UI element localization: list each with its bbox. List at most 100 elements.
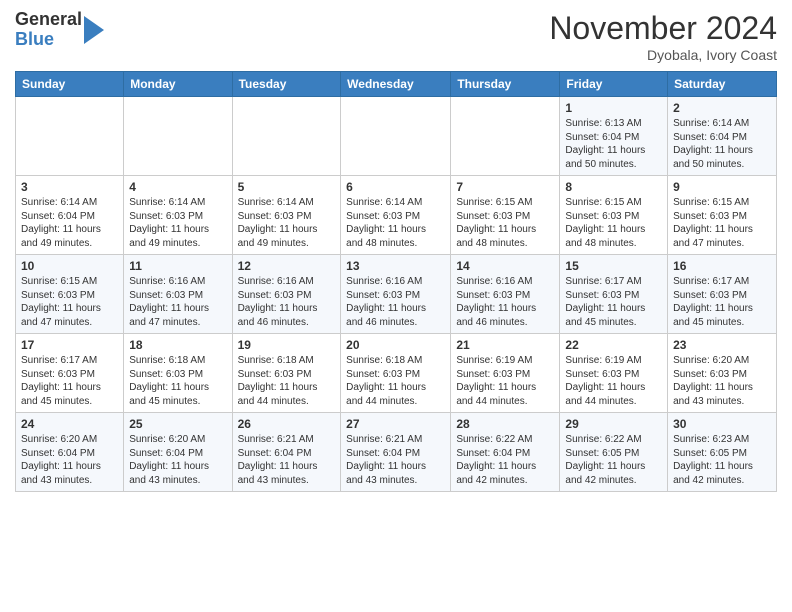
calendar-cell-w4-d1: 25 Sunrise: 6:20 AM Sunset: 6:04 PM Dayli…	[124, 413, 232, 492]
day-info: Sunrise: 6:14 AM Sunset: 6:04 PM Dayligh…	[21, 196, 118, 250]
day-number: 23	[673, 338, 771, 352]
calendar-cell-w1-d0: 3 Sunrise: 6:14 AM Sunset: 6:04 PM Daylig…	[16, 176, 124, 255]
calendar-cell-w3-d4: 21 Sunrise: 6:19 AM Sunset: 6:03 PM Dayli…	[451, 334, 560, 413]
calendar-cell-w4-d5: 29 Sunrise: 6:22 AM Sunset: 6:05 PM Dayli…	[560, 413, 668, 492]
calendar-cell-w1-d3: 6 Sunrise: 6:14 AM Sunset: 6:03 PM Daylig…	[341, 176, 451, 255]
week-row-4: 24 Sunrise: 6:20 AM Sunset: 6:04 PM Dayli…	[16, 413, 777, 492]
col-sunday: Sunday	[16, 72, 124, 97]
day-info: Sunrise: 6:16 AM Sunset: 6:03 PM Dayligh…	[238, 275, 336, 329]
day-number: 26	[238, 417, 336, 431]
calendar-cell-w1-d4: 7Sunrise: 6:15 AM Sunset: 6:03 PM Daylig…	[451, 176, 560, 255]
day-info: Sunrise: 6:20 AM Sunset: 6:03 PM Dayligh…	[673, 354, 771, 408]
calendar-cell-w0-d3	[341, 97, 451, 176]
day-info: Sunrise: 6:17 AM Sunset: 6:03 PM Dayligh…	[21, 354, 118, 408]
day-info: Sunrise: 6:18 AM Sunset: 6:03 PM Dayligh…	[129, 354, 226, 408]
calendar-cell-w2-d0: 10 Sunrise: 6:15 AM Sunset: 6:03 PM Dayli…	[16, 255, 124, 334]
day-info: Sunrise: 6:15 AM Sunset: 6:03 PM Dayligh…	[673, 196, 771, 250]
day-info: Sunrise: 6:18 AM Sunset: 6:03 PM Dayligh…	[238, 354, 336, 408]
day-info: Sunrise: 6:14 AM Sunset: 6:04 PM Dayligh…	[673, 117, 771, 171]
week-row-2: 10 Sunrise: 6:15 AM Sunset: 6:03 PM Dayli…	[16, 255, 777, 334]
day-number: 15	[565, 259, 662, 273]
day-info: Sunrise: 6:21 AM Sunset: 6:04 PM Dayligh…	[346, 433, 445, 487]
calendar-cell-w2-d1: 11Sunrise: 6:16 AM Sunset: 6:03 PM Dayli…	[124, 255, 232, 334]
day-number: 5	[238, 180, 336, 194]
calendar-cell-w2-d6: 16Sunrise: 6:17 AM Sunset: 6:03 PM Dayli…	[668, 255, 777, 334]
calendar-cell-w2-d2: 12 Sunrise: 6:16 AM Sunset: 6:03 PM Dayli…	[232, 255, 341, 334]
day-number: 30	[673, 417, 771, 431]
calendar-cell-w1-d5: 8 Sunrise: 6:15 AM Sunset: 6:03 PM Daylig…	[560, 176, 668, 255]
day-info: Sunrise: 6:19 AM Sunset: 6:03 PM Dayligh…	[456, 354, 554, 408]
week-row-1: 3 Sunrise: 6:14 AM Sunset: 6:04 PM Daylig…	[16, 176, 777, 255]
day-info: Sunrise: 6:14 AM Sunset: 6:03 PM Dayligh…	[129, 196, 226, 250]
calendar-cell-w1-d2: 5 Sunrise: 6:14 AM Sunset: 6:03 PM Daylig…	[232, 176, 341, 255]
day-number: 25	[129, 417, 226, 431]
day-number: 6	[346, 180, 445, 194]
day-info: Sunrise: 6:15 AM Sunset: 6:03 PM Dayligh…	[565, 196, 662, 250]
col-friday: Friday	[560, 72, 668, 97]
day-number: 20	[346, 338, 445, 352]
week-row-0: 1 Sunrise: 6:13 AM Sunset: 6:04 PM Daylig…	[16, 97, 777, 176]
calendar-cell-w4-d3: 27Sunrise: 6:21 AM Sunset: 6:04 PM Dayli…	[341, 413, 451, 492]
day-info: Sunrise: 6:13 AM Sunset: 6:04 PM Dayligh…	[565, 117, 662, 171]
day-number: 28	[456, 417, 554, 431]
day-info: Sunrise: 6:15 AM Sunset: 6:03 PM Dayligh…	[21, 275, 118, 329]
day-number: 14	[456, 259, 554, 273]
calendar-cell-w4-d6: 30 Sunrise: 6:23 AM Sunset: 6:05 PM Dayli…	[668, 413, 777, 492]
calendar-cell-w3-d0: 17 Sunrise: 6:17 AM Sunset: 6:03 PM Dayli…	[16, 334, 124, 413]
day-number: 1	[565, 101, 662, 115]
day-number: 8	[565, 180, 662, 194]
calendar-cell-w0-d4	[451, 97, 560, 176]
day-number: 12	[238, 259, 336, 273]
day-info: Sunrise: 6:23 AM Sunset: 6:05 PM Dayligh…	[673, 433, 771, 487]
day-number: 24	[21, 417, 118, 431]
day-number: 2	[673, 101, 771, 115]
day-info: Sunrise: 6:17 AM Sunset: 6:03 PM Dayligh…	[565, 275, 662, 329]
day-info: Sunrise: 6:22 AM Sunset: 6:05 PM Dayligh…	[565, 433, 662, 487]
calendar-cell-w0-d2	[232, 97, 341, 176]
day-number: 16	[673, 259, 771, 273]
logo-general-text: General	[15, 10, 82, 30]
col-saturday: Saturday	[668, 72, 777, 97]
calendar: Sunday Monday Tuesday Wednesday Thursday…	[15, 71, 777, 492]
day-info: Sunrise: 6:19 AM Sunset: 6:03 PM Dayligh…	[565, 354, 662, 408]
day-number: 18	[129, 338, 226, 352]
day-info: Sunrise: 6:15 AM Sunset: 6:03 PM Dayligh…	[456, 196, 554, 250]
day-number: 10	[21, 259, 118, 273]
day-info: Sunrise: 6:14 AM Sunset: 6:03 PM Dayligh…	[346, 196, 445, 250]
day-number: 3	[21, 180, 118, 194]
calendar-cell-w2-d4: 14 Sunrise: 6:16 AM Sunset: 6:03 PM Dayli…	[451, 255, 560, 334]
calendar-header-row: Sunday Monday Tuesday Wednesday Thursday…	[16, 72, 777, 97]
header: General Blue November 2024 Dyobala, Ivor…	[15, 10, 777, 63]
col-monday: Monday	[124, 72, 232, 97]
day-info: Sunrise: 6:18 AM Sunset: 6:03 PM Dayligh…	[346, 354, 445, 408]
day-number: 21	[456, 338, 554, 352]
day-number: 4	[129, 180, 226, 194]
day-number: 22	[565, 338, 662, 352]
calendar-cell-w1-d1: 4 Sunrise: 6:14 AM Sunset: 6:03 PM Daylig…	[124, 176, 232, 255]
day-info: Sunrise: 6:16 AM Sunset: 6:03 PM Dayligh…	[129, 275, 226, 329]
calendar-cell-w0-d6: 2 Sunrise: 6:14 AM Sunset: 6:04 PM Daylig…	[668, 97, 777, 176]
logo-blue-text: Blue	[15, 30, 82, 50]
day-info: Sunrise: 6:14 AM Sunset: 6:03 PM Dayligh…	[238, 196, 336, 250]
day-number: 9	[673, 180, 771, 194]
logo: General Blue	[15, 10, 106, 50]
day-info: Sunrise: 6:22 AM Sunset: 6:04 PM Dayligh…	[456, 433, 554, 487]
calendar-cell-w4-d4: 28 Sunrise: 6:22 AM Sunset: 6:04 PM Dayli…	[451, 413, 560, 492]
day-number: 29	[565, 417, 662, 431]
month-title: November 2024	[549, 10, 777, 47]
week-row-3: 17 Sunrise: 6:17 AM Sunset: 6:03 PM Dayli…	[16, 334, 777, 413]
location: Dyobala, Ivory Coast	[549, 47, 777, 63]
day-info: Sunrise: 6:20 AM Sunset: 6:04 PM Dayligh…	[129, 433, 226, 487]
page: General Blue November 2024 Dyobala, Ivor…	[0, 0, 792, 507]
day-info: Sunrise: 6:16 AM Sunset: 6:03 PM Dayligh…	[456, 275, 554, 329]
day-info: Sunrise: 6:21 AM Sunset: 6:04 PM Dayligh…	[238, 433, 336, 487]
col-tuesday: Tuesday	[232, 72, 341, 97]
day-info: Sunrise: 6:20 AM Sunset: 6:04 PM Dayligh…	[21, 433, 118, 487]
calendar-cell-w1-d6: 9 Sunrise: 6:15 AM Sunset: 6:03 PM Daylig…	[668, 176, 777, 255]
day-info: Sunrise: 6:16 AM Sunset: 6:03 PM Dayligh…	[346, 275, 445, 329]
day-number: 17	[21, 338, 118, 352]
calendar-cell-w3-d2: 19 Sunrise: 6:18 AM Sunset: 6:03 PM Dayli…	[232, 334, 341, 413]
day-number: 19	[238, 338, 336, 352]
logo-icon	[84, 16, 104, 44]
calendar-cell-w0-d5: 1 Sunrise: 6:13 AM Sunset: 6:04 PM Daylig…	[560, 97, 668, 176]
